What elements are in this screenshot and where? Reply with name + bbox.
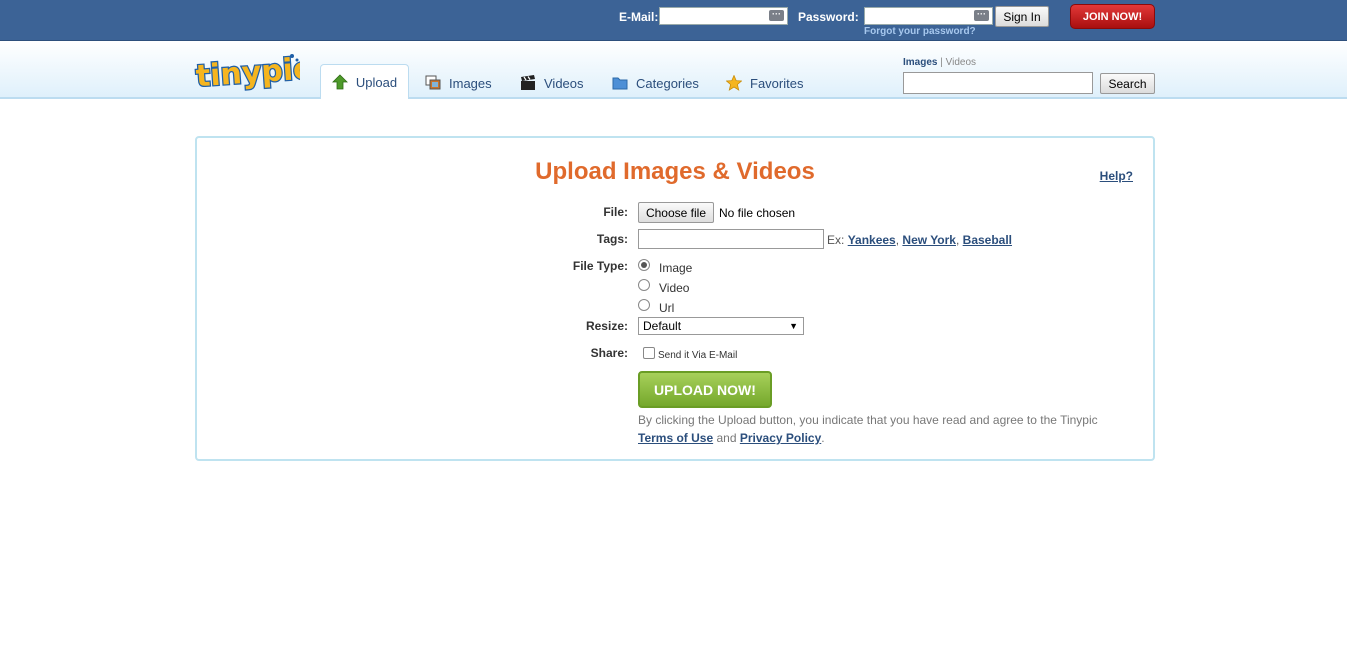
resize-select[interactable]: Default ▼ (638, 317, 804, 335)
clapperboard-icon (521, 75, 535, 90)
tab-label: Images (449, 75, 492, 91)
tab-label: Favorites (750, 75, 804, 91)
upload-arrow-icon (331, 74, 348, 90)
tab-label: Upload (355, 74, 398, 90)
terms-notice: By clicking the Upload button, you indic… (638, 411, 1128, 447)
email-input[interactable]: ··· (659, 7, 788, 25)
forgot-password-link[interactable]: Forgot your password? (864, 26, 976, 37)
tags-label: Tags: (596, 232, 628, 246)
share-email-checkbox[interactable] (643, 347, 655, 359)
example-tag-link[interactable]: New York (902, 233, 956, 247)
tinypic-logo[interactable]: tinypic (194, 51, 300, 99)
terms-and: and (716, 431, 737, 445)
search-button[interactable]: Search (1100, 73, 1155, 94)
tags-input[interactable] (638, 229, 824, 249)
tags-examples: Ex: Yankees, New York, Baseball (827, 233, 1013, 247)
radio-label: Image (659, 261, 693, 275)
search-separator: | (940, 57, 943, 68)
nav-bar: tinypic Upload Images Videos Categories (0, 41, 1347, 99)
search-videos-link[interactable]: Videos (946, 57, 976, 68)
terms-text: By clicking the Upload button, you indic… (638, 413, 1098, 427)
examples-prefix: Ex: (827, 233, 845, 247)
filetype-radio-image[interactable] (638, 259, 650, 271)
tab-label: Videos (544, 75, 584, 91)
terms-of-use-link[interactable]: Terms of Use (638, 431, 713, 445)
dropdown-arrow-icon: ▼ (789, 321, 798, 331)
join-now-button[interactable]: JOIN NOW! (1070, 4, 1155, 29)
autofill-key-icon[interactable]: ··· (769, 10, 784, 21)
password-label: Password: (798, 10, 859, 24)
autofill-key-icon[interactable]: ··· (974, 10, 989, 21)
search-type-links: Images | Videos (903, 57, 976, 68)
example-tag-link[interactable]: Baseball (963, 233, 1012, 247)
search-images-link[interactable]: Images (903, 57, 937, 68)
radio-label: Video (659, 281, 690, 295)
logo-text: tinypic (195, 51, 300, 94)
file-label: File: (603, 205, 628, 219)
folder-icon (612, 77, 628, 90)
privacy-policy-link[interactable]: Privacy Policy (740, 431, 821, 445)
resize-value: Default (643, 319, 682, 333)
resize-label: Resize: (585, 319, 628, 333)
share-option-label: Send it Via E-Mail (658, 350, 738, 361)
tab-favorites[interactable]: Favorites (726, 72, 803, 94)
upload-now-button[interactable]: UPLOAD NOW! (638, 371, 772, 408)
filetype-radio-url[interactable] (638, 299, 650, 311)
tab-videos[interactable]: Videos (520, 72, 584, 94)
example-tag-link[interactable]: Yankees (848, 233, 896, 247)
filetype-radio-video[interactable] (638, 279, 650, 291)
terms-end: . (821, 431, 825, 445)
page-title: Upload Images & Videos (535, 158, 815, 185)
share-label: Share: (590, 346, 628, 360)
tab-upload[interactable]: Upload (320, 64, 409, 99)
file-status: No file chosen (719, 206, 796, 220)
email-label: E-Mail: (619, 10, 659, 24)
images-icon (425, 75, 441, 90)
upload-panel: Upload Images & Videos Help? File: Choos… (195, 136, 1155, 461)
tab-label: Categories (636, 75, 699, 91)
choose-file-button[interactable]: Choose file (638, 202, 714, 223)
sign-in-button[interactable]: Sign In (995, 6, 1049, 27)
star-icon (726, 75, 742, 91)
search-input[interactable] (903, 72, 1093, 94)
tab-images[interactable]: Images (425, 72, 492, 94)
top-bar: E-Mail: ··· Password: ··· Forgot your pa… (0, 0, 1347, 41)
help-link[interactable]: Help? (1100, 169, 1133, 183)
password-input[interactable]: ··· (864, 7, 993, 25)
tab-categories[interactable]: Categories (612, 72, 699, 94)
filetype-label: File Type: (572, 259, 628, 273)
radio-label: Url (659, 301, 675, 315)
